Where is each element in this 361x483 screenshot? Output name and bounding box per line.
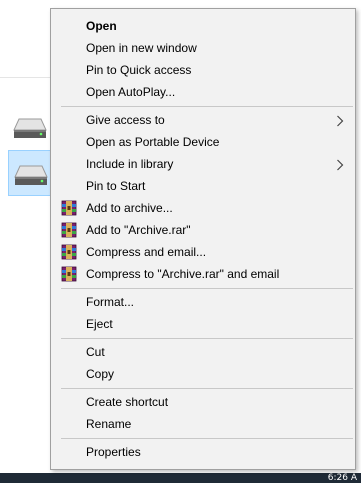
- menu-separator: [61, 106, 353, 107]
- drive-item[interactable]: [8, 104, 52, 150]
- menu-item-cut[interactable]: Cut: [51, 341, 355, 363]
- menu-item-label: Add to "Archive.rar": [86, 223, 191, 237]
- taskbar: 6:26 A: [0, 473, 361, 483]
- menu-separator: [61, 338, 353, 339]
- menu-item-pin-to-start[interactable]: Pin to Start: [51, 175, 355, 197]
- chevron-right-icon: [337, 115, 344, 127]
- menu-item-label: Add to archive...: [86, 201, 173, 215]
- menu-item-eject[interactable]: Eject: [51, 313, 355, 335]
- menu-item-label: Create shortcut: [86, 395, 169, 409]
- chevron-right-icon: [337, 159, 344, 171]
- menu-item-pin-to-quick-access[interactable]: Pin to Quick access: [51, 59, 355, 81]
- menu-item-label: Open AutoPlay...: [86, 85, 176, 99]
- menu-item-label: Compress and email...: [86, 245, 207, 259]
- menu-item-label: Properties: [86, 445, 141, 459]
- menu-item-label: Include in library: [86, 157, 174, 171]
- winrar-icon: [61, 200, 77, 216]
- menu-item-label: Open as Portable Device: [86, 135, 220, 149]
- menu-item-label: Eject: [86, 317, 113, 331]
- hard-drive-icon: [13, 118, 47, 138]
- menu-item-label: Pin to Start: [86, 179, 146, 193]
- menu-item-add-to-archive[interactable]: Add to archive...: [51, 197, 355, 219]
- menu-item-label: Open in new window: [86, 41, 197, 55]
- menu-item-compress-to-archive-rar-and-email[interactable]: Compress to "Archive.rar" and email: [51, 263, 355, 285]
- menu-item-label: Cut: [86, 345, 105, 359]
- menu-item-open-as-portable-device[interactable]: Open as Portable Device: [51, 131, 355, 153]
- menu-item-open[interactable]: Open: [51, 15, 355, 37]
- menu-item-add-to-archive-rar[interactable]: Add to "Archive.rar": [51, 219, 355, 241]
- menu-item-label: Rename: [86, 417, 132, 431]
- menu-item-format[interactable]: Format...: [51, 291, 355, 313]
- menu-item-rename[interactable]: Rename: [51, 413, 355, 435]
- menu-separator: [61, 288, 353, 289]
- menu-item-label: Open: [86, 19, 117, 33]
- drive-item-selected[interactable]: [8, 150, 52, 196]
- menu-separator: [61, 438, 353, 439]
- menu-item-create-shortcut[interactable]: Create shortcut: [51, 391, 355, 413]
- menu-item-give-access-to[interactable]: Give access to: [51, 109, 355, 131]
- menu-item-include-in-library[interactable]: Include in library: [51, 153, 355, 175]
- menu-item-label: Compress to "Archive.rar" and email: [86, 267, 280, 281]
- menu-item-open-in-new-window[interactable]: Open in new window: [51, 37, 355, 59]
- menu-item-label: Format...: [86, 295, 135, 309]
- hard-drive-icon: [14, 165, 48, 185]
- menu-item-label: Give access to: [86, 113, 165, 127]
- menu-item-open-autoplay[interactable]: Open AutoPlay...: [51, 81, 355, 103]
- context-menu: Open Open in new window Pin to Quick acces…: [50, 8, 356, 470]
- winrar-icon: [61, 222, 77, 238]
- menu-item-properties[interactable]: Properties: [51, 441, 355, 463]
- winrar-icon: [61, 244, 77, 260]
- menu-separator: [61, 388, 353, 389]
- winrar-icon: [61, 266, 77, 282]
- taskbar-clock[interactable]: 6:26 A: [328, 473, 357, 483]
- menu-item-label: Pin to Quick access: [86, 63, 192, 77]
- menu-item-label: Copy: [86, 367, 115, 381]
- menu-item-copy[interactable]: Copy: [51, 363, 355, 385]
- menu-item-compress-and-email[interactable]: Compress and email...: [51, 241, 355, 263]
